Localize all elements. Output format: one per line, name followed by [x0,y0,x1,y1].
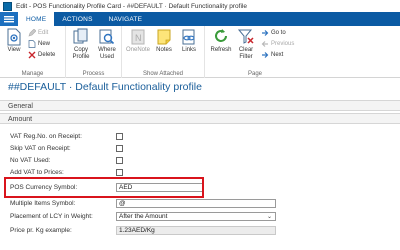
placement-lcy-label: Placement of LCY in Weight: [10,212,93,220]
new-button[interactable]: New [28,40,50,48]
links-label: Links [181,47,196,53]
go-to-button[interactable]: Go to [261,29,286,37]
previous-label: Previous [271,41,295,47]
fasttab-general-label: General [8,102,33,110]
placement-lcy-value: After the Amount [119,212,168,220]
vat-reg-no-checkbox[interactable] [116,132,123,140]
no-vat-used-label: No VAT Used: [10,156,51,164]
notes-icon [157,29,171,45]
add-vat-to-prices-checkbox[interactable] [116,168,123,176]
clear-filter-label: Clear Filter [238,47,254,60]
refresh-button[interactable]: Refresh [209,28,233,54]
copy-profile-label: Copy Profile [72,47,90,60]
tab-home[interactable]: HOME [18,12,55,26]
view-icon [7,28,21,46]
fasttab-amount[interactable]: Amount [0,113,400,124]
show-attached-group: N OneNote Notes Links Show Attached [122,26,205,78]
file-menu-button[interactable] [0,12,18,26]
delete-icon [28,51,36,59]
previous-arrow-icon [261,41,268,47]
multiple-items-symbol-label: Multiple Items Symbol: [10,199,76,207]
process-group-label: Process [82,71,105,77]
placement-lcy-select[interactable]: After the Amount ⌄ [116,211,276,221]
skip-vat-checkbox[interactable] [116,144,123,152]
onenote-button[interactable]: N OneNote [126,28,150,54]
onenote-label: OneNote [126,47,151,53]
window-titlebar: Edit - POS Functionality Profile Card - … [0,0,400,12]
previous-button[interactable]: Previous [261,40,294,48]
delete-button[interactable]: Delete [28,51,55,59]
next-arrow-icon [262,52,269,58]
delete-label: Delete [38,52,56,58]
highlight-annotation-box [4,177,204,198]
app-icon [3,1,12,11]
clear-filter-icon [238,29,254,44]
skip-vat-label: Skip VAT on Receipt: [10,144,71,152]
refresh-label: Refresh [210,47,232,53]
window-title: Edit - POS Functionality Profile Card - … [16,2,247,10]
tab-actions[interactable]: ACTIONS [54,12,100,26]
process-group: Copy Profile Where Used Process [66,26,122,78]
no-vat-used-checkbox[interactable] [116,156,123,164]
tab-navigate[interactable]: NAVIGATE [101,12,151,26]
next-button[interactable]: Next [261,51,283,59]
refresh-icon [215,29,227,42]
edit-label: Edit [38,30,49,36]
chevron-down-icon: ⌄ [266,213,272,220]
price-pr-kg-value: 1.23AED/Kg [116,225,276,235]
view-button[interactable]: View [4,28,24,54]
svg-text:N: N [135,33,142,43]
copy-profile-button[interactable]: Copy Profile [69,28,93,61]
file-menu-icon [4,16,14,23]
manage-group-label: Manage [21,71,44,77]
add-vat-to-prices-label: Add VAT to Prices: [10,168,64,176]
manage-group: View Edit New Delete Manage [0,26,66,78]
page-group-label: Page [247,71,262,77]
vat-reg-no-label: VAT Reg.No. on Receipt: [10,132,82,140]
ribbon-tabs: HOME ACTIONS NAVIGATE [0,12,400,26]
onenote-icon: N [131,29,145,45]
next-label: Next [271,52,284,58]
page-group: Refresh Clear Filter Go to Previous Next… [205,26,305,78]
where-used-label: Where Used [98,47,116,60]
edit-button[interactable]: Edit [28,29,48,37]
page-title: ##DEFAULT · Default Functionality profil… [8,81,202,93]
pencil-icon [28,29,36,37]
new-label: New [38,41,51,47]
go-to-arrow-icon [262,30,269,36]
view-label: View [7,47,21,53]
new-document-icon [28,40,36,48]
clear-filter-button[interactable]: Clear Filter [235,28,257,61]
fasttab-general[interactable]: General [0,100,400,111]
notes-button[interactable]: Notes [153,28,175,54]
multiple-items-symbol-input[interactable]: @ [116,198,276,208]
where-used-icon [99,29,115,45]
where-used-button[interactable]: Where Used [95,28,119,61]
links-button[interactable]: Links [178,28,200,54]
notes-label: Notes [156,47,172,53]
links-icon [182,29,195,45]
fasttab-amount-label: Amount [8,115,33,123]
ribbon: View Edit New Delete Manage Copy Profile… [0,26,400,78]
copy-profile-icon [73,28,88,44]
price-pr-kg-label: Price pr. Kg example: [10,226,72,234]
go-to-label: Go to [271,30,286,36]
show-attached-group-label: Show Attached [142,71,184,77]
